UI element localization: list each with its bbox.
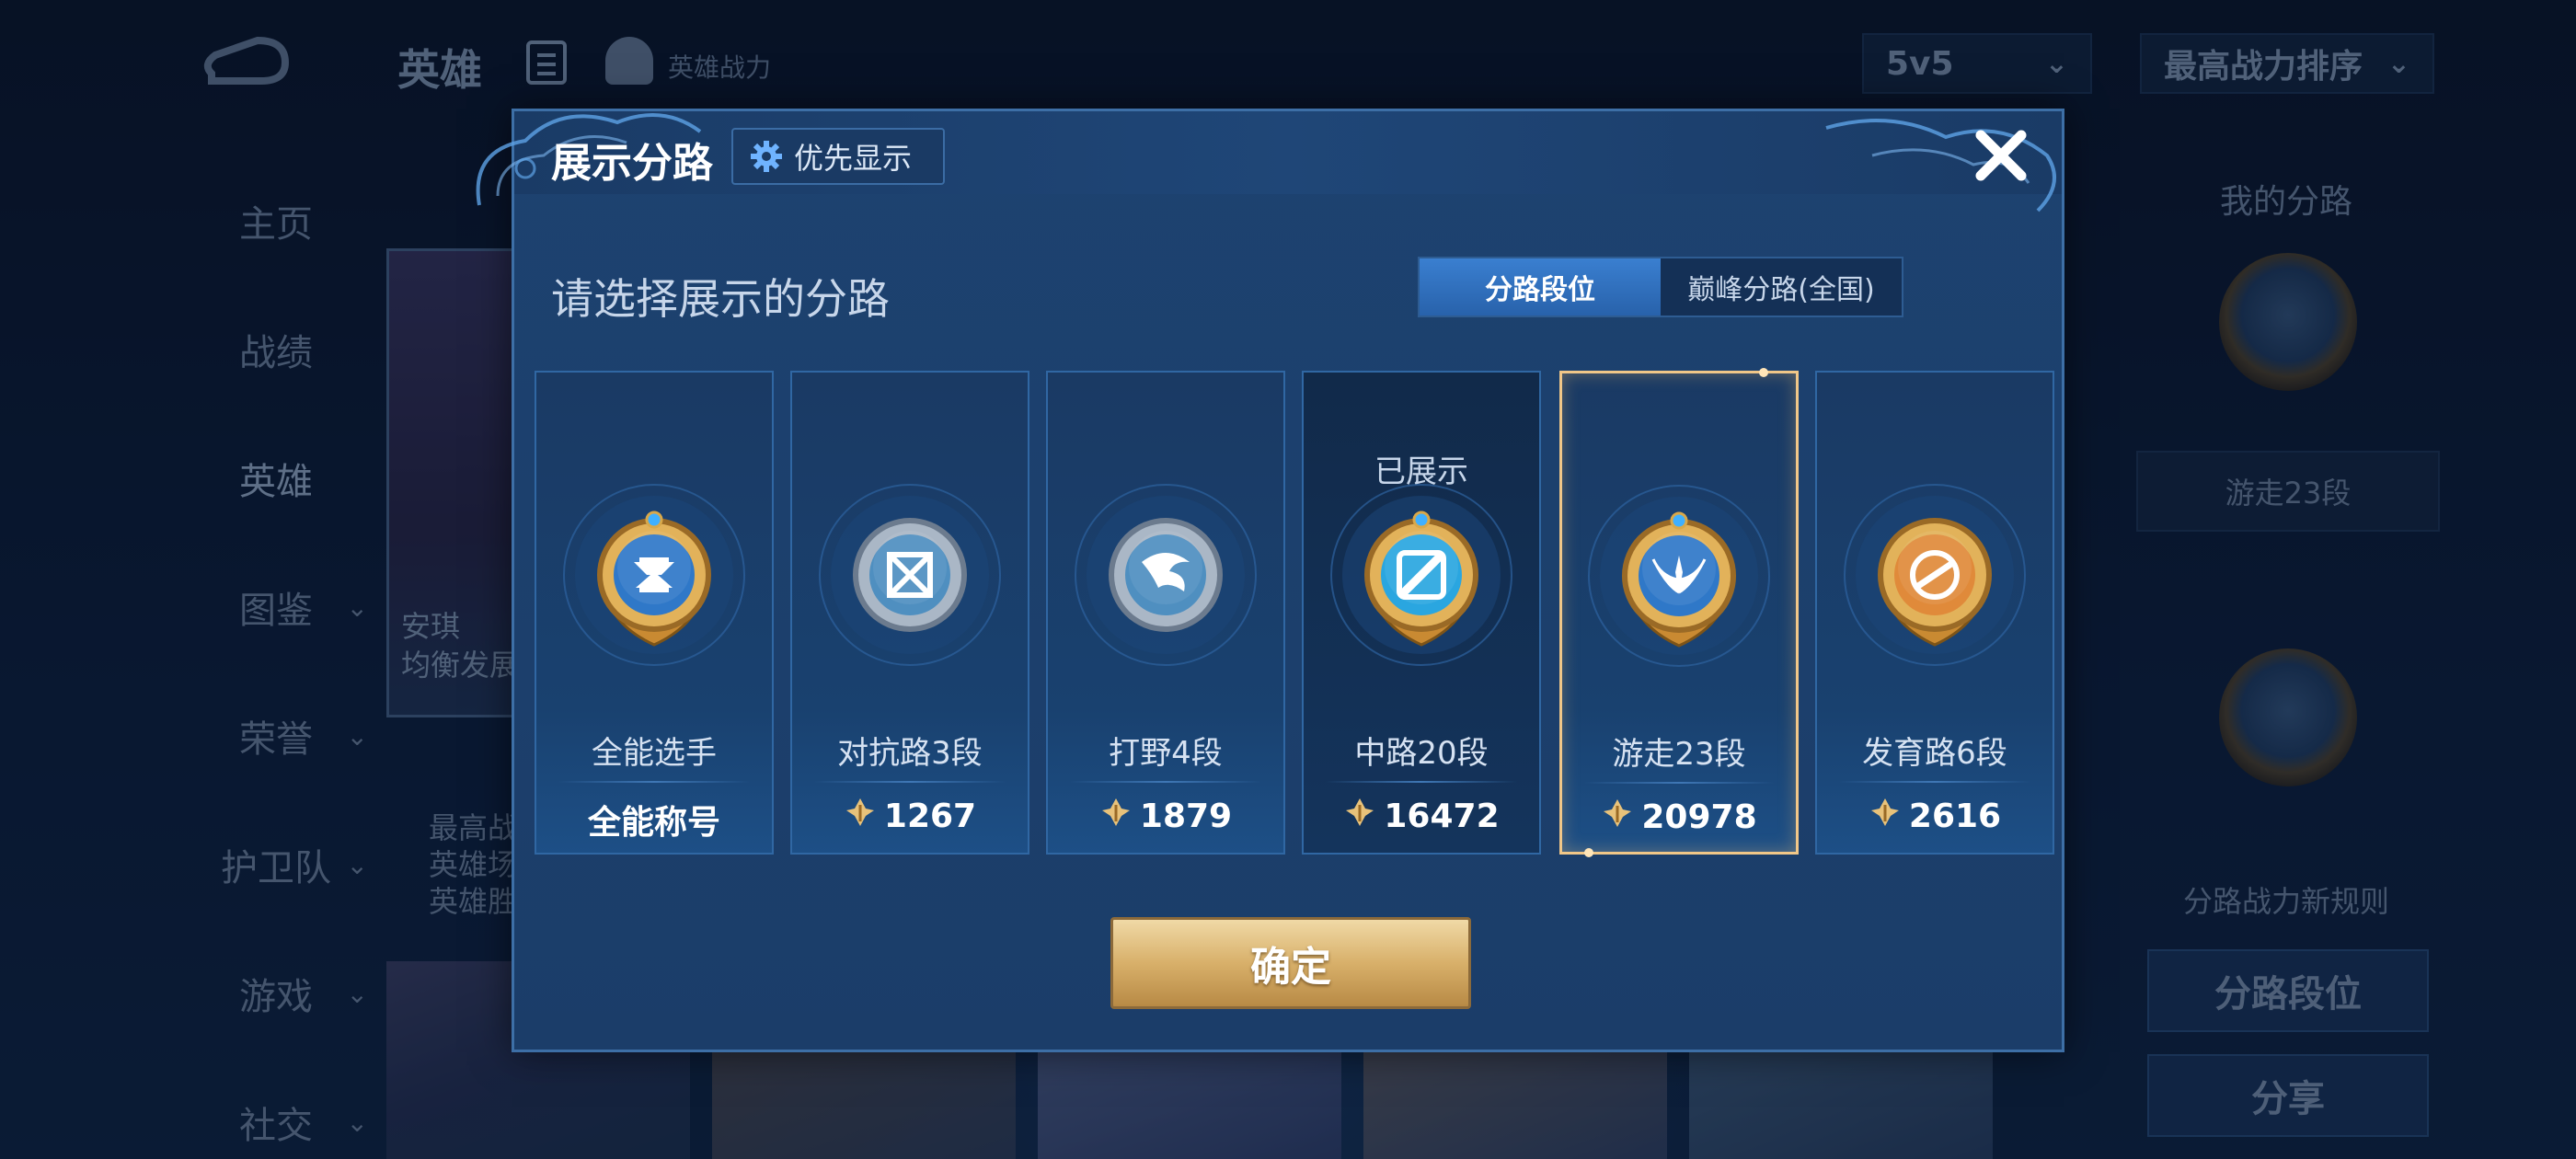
lane-score-value: 2616 <box>1908 798 2002 835</box>
lane-score-value: 1267 <box>883 798 977 835</box>
dialog-title: 展示分路 <box>551 140 713 187</box>
lane-card-farm[interactable]: 发育路6段 2616 <box>1815 371 2054 855</box>
lane-score: 20978 <box>1562 797 1796 838</box>
tab-peak-lane[interactable]: 巅峰分路(全国) <box>1661 258 1902 316</box>
clash-lane-badge-icon <box>818 483 1002 667</box>
lane-name: 全能选手 <box>592 735 717 772</box>
power-icon <box>1099 796 1133 837</box>
lane-card-list: 全能选手 全能称号 对抗路3段 1267 打野4段 1879 已展示 中路20段 16472 游走… <box>535 368 2054 858</box>
power-icon <box>1601 797 1634 838</box>
dialog-subtitle: 请选择展示的分路 <box>551 274 890 324</box>
mid-lane-badge-icon <box>1329 483 1513 667</box>
lane-mode-toggle: 分路段位 巅峰分路(全国) <box>1418 257 1903 317</box>
priority-display-label: 优先显示 <box>794 141 913 176</box>
lane-name: 游走23段 <box>1612 736 1746 773</box>
divider <box>1584 782 1774 784</box>
lane-card-clash[interactable]: 对抗路3段 1267 <box>790 371 1029 855</box>
power-icon <box>1869 796 1902 837</box>
all-round-lane-badge-icon <box>562 483 746 667</box>
lane-score: 16472 <box>1304 796 1539 837</box>
divider <box>1326 781 1517 783</box>
power-icon <box>1343 796 1376 837</box>
lane-name: 打野4段 <box>1109 735 1223 772</box>
tab-lane-rank[interactable]: 分路段位 <box>1420 258 1661 316</box>
lane-score-value: 全能称号 <box>587 804 720 842</box>
lane-card-mid[interactable]: 已展示 中路20段 16472 <box>1302 371 1541 855</box>
priority-display-button[interactable]: 优先显示 <box>731 128 945 185</box>
lane-name: 中路20段 <box>1354 735 1489 772</box>
lane-display-dialog: 展示分路 优先显示 请选择展示的分路 分路段位 巅峰分路(全国) 全能选手 全能… <box>476 109 2064 1052</box>
close-button[interactable] <box>1968 122 2034 189</box>
lane-score-value: 16472 <box>1384 798 1500 835</box>
divider <box>1070 781 1261 783</box>
gear-icon <box>751 141 782 172</box>
lane-name: 对抗路3段 <box>837 735 983 772</box>
selection-corner-dot <box>1759 368 1768 377</box>
selection-corner-dot <box>1584 848 1593 857</box>
lane-score: 2616 <box>1817 796 2053 837</box>
power-icon <box>844 796 877 837</box>
divider <box>1839 781 2030 783</box>
lane-name: 发育路6段 <box>1862 735 2007 772</box>
lane-score: 1267 <box>792 796 1028 837</box>
lane-score-value: 1879 <box>1139 798 1233 835</box>
close-icon <box>1975 130 2027 181</box>
farm-lane-badge-icon <box>1843 483 2027 667</box>
lane-card-all-round[interactable]: 全能选手 全能称号 <box>535 371 774 855</box>
divider <box>558 781 750 783</box>
confirm-button[interactable]: 确定 <box>1110 917 1471 1009</box>
lane-card-jungle[interactable]: 打野4段 1879 <box>1046 371 1285 855</box>
lane-score: 1879 <box>1048 796 1283 837</box>
jungle-lane-badge-icon <box>1074 483 1258 667</box>
roam-lane-badge-icon <box>1587 484 1771 668</box>
lane-card-roam[interactable]: 游走23段 20978 <box>1559 368 1799 857</box>
lane-score-value: 20978 <box>1641 798 1757 836</box>
divider <box>814 781 1006 783</box>
lane-score: 全能称号 <box>536 796 772 843</box>
